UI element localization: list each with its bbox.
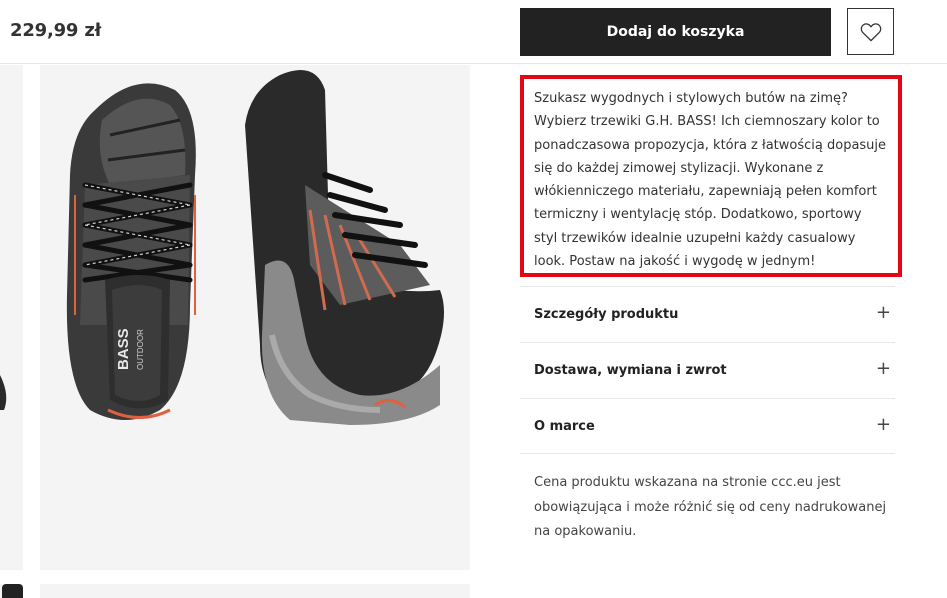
plus-icon: + xyxy=(875,302,891,323)
product-price: 229,99 zł xyxy=(10,20,102,41)
price-note: Cena produktu wskazana na stronie ccc.eu… xyxy=(534,475,887,539)
gallery-next-image[interactable] xyxy=(40,584,470,598)
accordion-about-brand[interactable]: O marce + xyxy=(520,398,895,454)
product-description: Szukasz wygodnych i stylowych butów na z… xyxy=(520,75,902,277)
brand-logo-subtext: OUTDOOR xyxy=(136,329,145,370)
description-text: Szukasz wygodnych i stylowych butów na z… xyxy=(534,91,887,270)
shoe-top-view: BASS OUTDOOR xyxy=(66,83,196,421)
accordion-title: Szczegóły produktu xyxy=(534,307,679,322)
plus-icon: + xyxy=(875,414,891,435)
plus-icon: + xyxy=(875,358,891,379)
sticky-header: 229,99 zł Dodaj do koszyka xyxy=(0,0,947,64)
wishlist-button[interactable] xyxy=(847,8,894,55)
accordion-product-details[interactable]: Szczegóły produktu + xyxy=(520,286,895,342)
shoe-side-view xyxy=(245,70,444,425)
product-image[interactable]: BASS OUTDOOR xyxy=(40,65,470,570)
heart-icon xyxy=(860,22,881,41)
gallery-thumbnail[interactable] xyxy=(2,584,23,598)
accordion-title: Dostawa, wymiana i zwrot xyxy=(534,363,727,378)
accordion-delivery-returns[interactable]: Dostawa, wymiana i zwrot + xyxy=(520,342,895,398)
brand-logo-text: BASS xyxy=(115,328,132,370)
accordion-title: O marce xyxy=(534,419,595,434)
gallery-prev-image[interactable] xyxy=(0,65,23,570)
divider xyxy=(520,453,895,454)
add-to-cart-button[interactable]: Dodaj do koszyka xyxy=(520,8,831,56)
